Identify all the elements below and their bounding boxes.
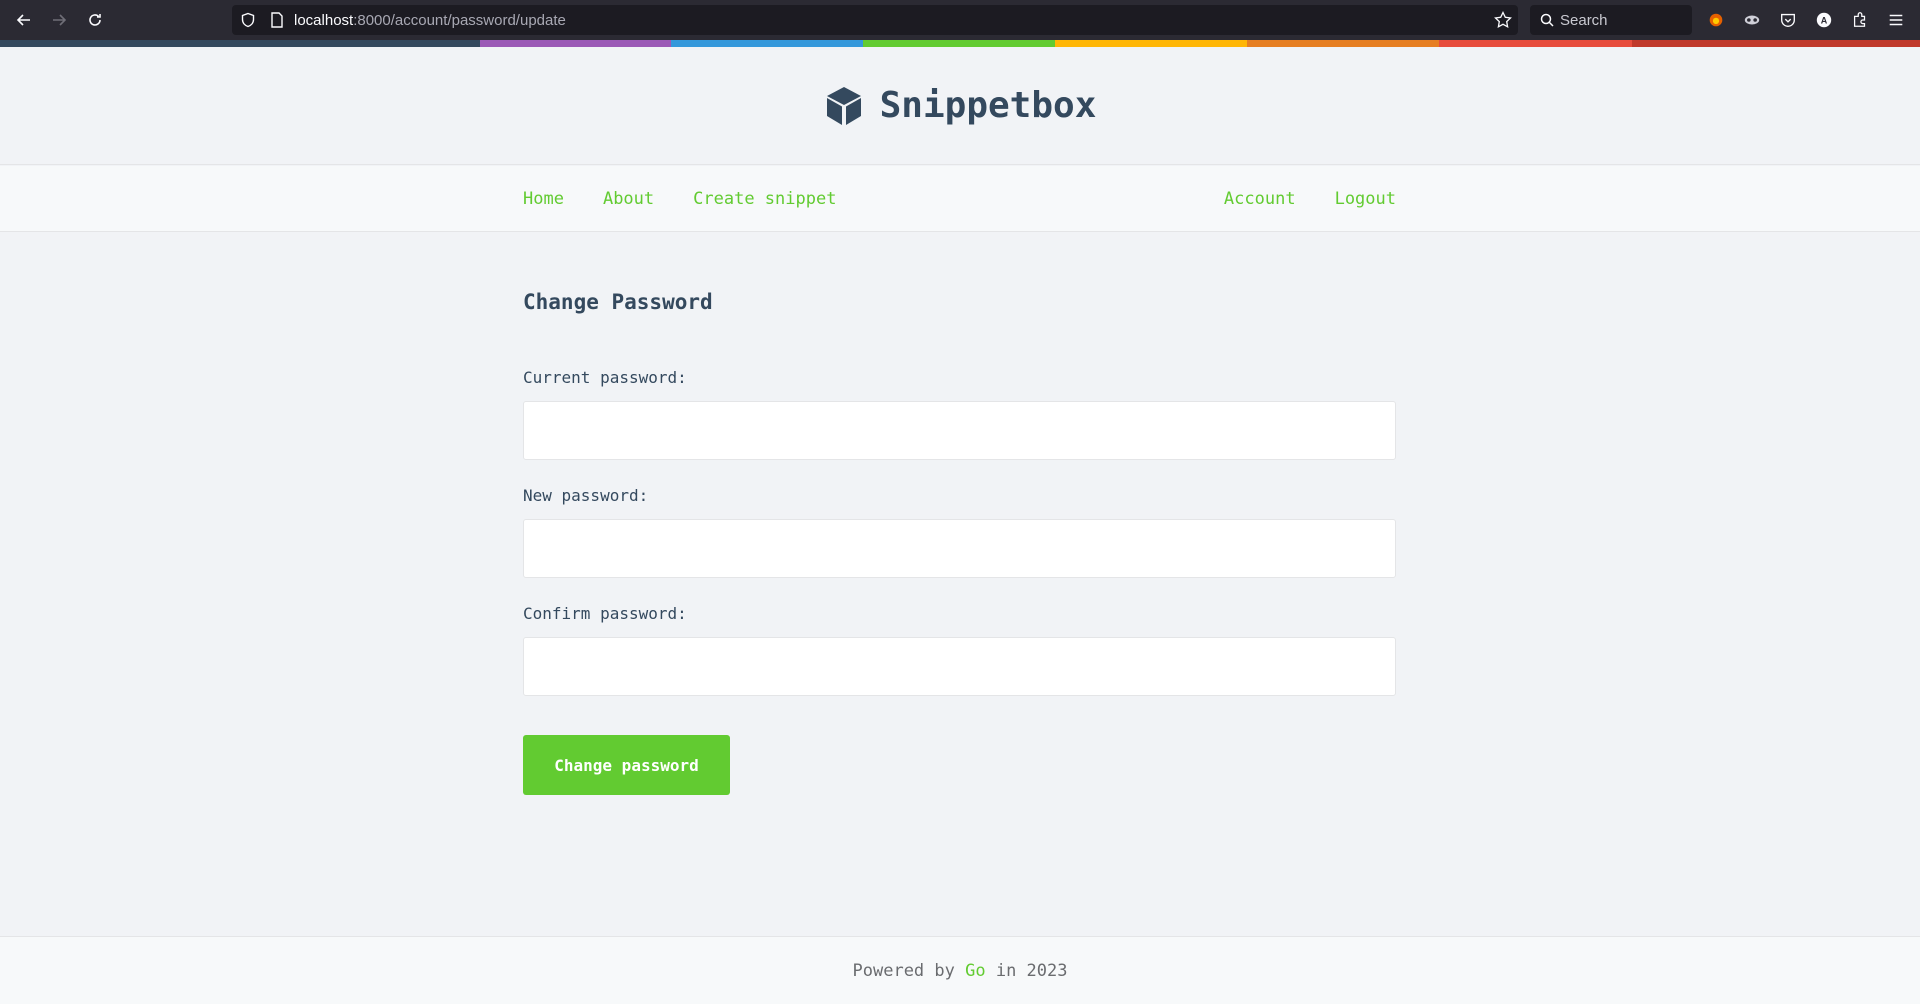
rainbow-segment bbox=[1055, 40, 1247, 47]
arrow-right-icon bbox=[53, 14, 67, 26]
search-icon bbox=[1540, 13, 1554, 27]
nav-link-about[interactable]: About bbox=[603, 189, 654, 209]
nav-link-home[interactable]: Home bbox=[523, 189, 564, 209]
nav-right: Account Logout bbox=[1224, 189, 1396, 209]
footer-go-link[interactable]: Go bbox=[965, 961, 985, 981]
star-icon[interactable] bbox=[1494, 11, 1512, 29]
rainbow-bar bbox=[0, 40, 1920, 47]
change-password-button[interactable]: Change password bbox=[523, 735, 730, 795]
rainbow-segment bbox=[1632, 40, 1920, 47]
browser-search-field[interactable]: Search bbox=[1530, 5, 1692, 35]
change-password-form: Current password: New password: Confirm … bbox=[523, 368, 1396, 795]
forward-button[interactable] bbox=[43, 6, 75, 34]
extensions-icon[interactable] bbox=[1850, 10, 1870, 30]
cube-icon bbox=[826, 86, 861, 125]
confirm-password-label: Confirm password: bbox=[523, 604, 687, 623]
main-content: Change Password Current password: New pa… bbox=[523, 232, 1396, 795]
reload-icon bbox=[89, 14, 101, 26]
footer-suffix: in 2023 bbox=[985, 960, 1068, 981]
nav-link-account[interactable]: Account bbox=[1224, 189, 1296, 209]
browser-toolbar: localhost:8000/account/password/update S… bbox=[0, 0, 1920, 40]
current-password-label: Current password: bbox=[523, 368, 687, 387]
footer-text: Powered by Go in 2023 bbox=[853, 961, 1068, 981]
site-footer: Powered by Go in 2023 bbox=[0, 936, 1920, 1004]
main-nav: Home About Create snippet Account Logout bbox=[0, 166, 1920, 232]
rainbow-segment bbox=[863, 40, 1055, 47]
fox-extension-icon[interactable] bbox=[1706, 10, 1726, 30]
shield-icon bbox=[241, 12, 255, 28]
account-avatar-icon[interactable]: A bbox=[1814, 10, 1834, 30]
search-placeholder: Search bbox=[1560, 11, 1608, 29]
hamburger-menu-icon[interactable] bbox=[1886, 10, 1906, 30]
new-password-label: New password: bbox=[523, 486, 649, 505]
page-icon bbox=[271, 12, 283, 28]
brand-link[interactable]: Snippetbox bbox=[824, 85, 1097, 127]
back-button[interactable] bbox=[8, 6, 40, 34]
nav-left: Home About Create snippet bbox=[523, 189, 875, 209]
confirm-password-input[interactable] bbox=[523, 637, 1396, 696]
pocket-icon[interactable] bbox=[1778, 10, 1798, 30]
rainbow-segment bbox=[0, 40, 480, 47]
nav-link-logout[interactable]: Logout bbox=[1335, 189, 1396, 209]
site-header: Snippetbox bbox=[0, 47, 1920, 165]
nav-link-create-snippet[interactable]: Create snippet bbox=[693, 189, 836, 209]
new-password-input[interactable] bbox=[523, 519, 1396, 578]
reload-button[interactable] bbox=[79, 6, 111, 34]
footer-prefix: Powered by bbox=[852, 960, 966, 981]
page-title: Change Password bbox=[523, 290, 713, 314]
rainbow-segment bbox=[1247, 40, 1439, 47]
url-text: localhost:8000/account/password/update bbox=[294, 11, 566, 29]
rainbow-segment bbox=[1439, 40, 1632, 47]
rainbow-segment bbox=[480, 40, 671, 47]
mask-extension-icon[interactable] bbox=[1742, 10, 1762, 30]
arrow-left-icon bbox=[16, 14, 30, 26]
url-bar[interactable]: localhost:8000/account/password/update bbox=[232, 5, 1518, 35]
site-title: Snippetbox bbox=[879, 85, 1097, 126]
rainbow-segment bbox=[671, 40, 863, 47]
svg-text:A: A bbox=[1821, 16, 1828, 26]
current-password-input[interactable] bbox=[523, 401, 1396, 460]
